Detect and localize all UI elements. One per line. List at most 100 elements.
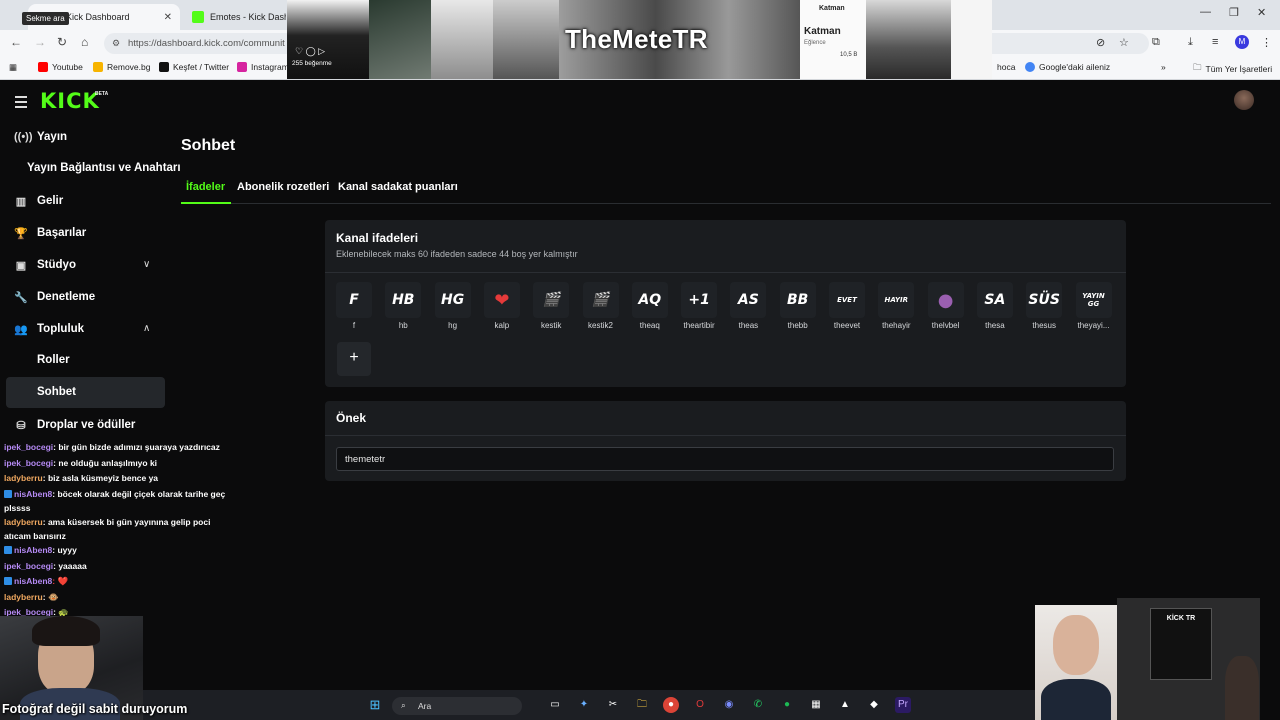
windows-start-icon[interactable]: ⊞ xyxy=(367,697,383,713)
add-emote-button[interactable]: + xyxy=(337,342,371,376)
emote-item[interactable]: Ff xyxy=(334,282,374,330)
hamburger-menu-icon[interactable] xyxy=(15,96,27,111)
emote-item[interactable]: AS theas xyxy=(728,282,768,330)
emote-image: F xyxy=(336,282,372,318)
close-icon[interactable]: ✕ xyxy=(164,12,172,23)
sidebar-item-gelir[interactable]: ▥ Gelir xyxy=(14,190,63,212)
emote-item[interactable]: SÜS thesus xyxy=(1024,282,1064,330)
file-explorer-icon[interactable]: 🗀 xyxy=(634,697,650,713)
broadcast-icon: ((•)) xyxy=(14,131,33,143)
bookmark-instagram[interactable]: Instagram xyxy=(237,62,289,72)
subscriber-badge-icon xyxy=(4,577,12,585)
menu-icon[interactable]: ⋮ xyxy=(1261,36,1272,49)
sidebar-item-stream-key[interactable]: Yayın Bağlantısı ve Anahtarı xyxy=(27,162,181,174)
prefix-input[interactable] xyxy=(336,447,1114,471)
emote-item[interactable]: HG hg xyxy=(433,282,473,330)
snipping-icon[interactable]: ✂ xyxy=(605,697,621,713)
media-icon[interactable]: ≡ xyxy=(1212,36,1218,48)
emote-item[interactable]: +1 theartibir xyxy=(679,282,719,330)
sidebar-item-topluluk[interactable]: 👥 Topluluk xyxy=(14,318,84,340)
premiere-icon[interactable]: Pr xyxy=(895,697,911,713)
opera-icon[interactable]: O xyxy=(692,697,708,713)
sidebar-item-sohbet[interactable]: Sohbet xyxy=(37,386,76,398)
star-icon[interactable]: ☆ xyxy=(1119,36,1129,49)
sidebar-item-label: Topluluk xyxy=(37,323,85,335)
emote-item[interactable]: ❤ kalp xyxy=(482,282,522,330)
home-icon[interactable]: ⌂ xyxy=(81,35,88,49)
chevron-down-icon[interactable]: ∨ xyxy=(143,259,150,270)
chat-message: ladyberru: biz asla küsmeyiz bence ya xyxy=(4,471,234,485)
bookmark-hoca[interactable]: hoca xyxy=(997,62,1015,72)
chat-username: ladyberru xyxy=(4,517,43,527)
emote-item[interactable]: YAYIN GG theyayi... xyxy=(1074,282,1114,330)
emote-item[interactable]: 🎬 kestik xyxy=(531,282,571,330)
sidebar-item-droplar[interactable]: ⛁ Droplar ve ödüller xyxy=(14,414,135,436)
tab-abonelik-rozetleri[interactable]: Abonelik rozetleri xyxy=(237,181,329,193)
sidebar-item-roller[interactable]: Roller xyxy=(37,354,70,366)
katman-card: Katman Katman Eğlence 10,5 B xyxy=(800,0,866,79)
sidebar-item-yayin[interactable]: ((•)) Yayın xyxy=(14,126,67,148)
bookmark-twitter[interactable]: Keşfet / Twitter xyxy=(159,62,229,72)
emote-item[interactable]: 🎬 kestik2 xyxy=(581,282,621,330)
download-icon[interactable]: ⤓ xyxy=(1188,36,1193,49)
app-icon[interactable]: ◆ xyxy=(866,697,882,713)
forward-icon[interactable]: → xyxy=(34,35,46,49)
emote-label: theas xyxy=(738,321,759,330)
emote-item[interactable]: SA thesa xyxy=(975,282,1015,330)
apps-icon[interactable]: ▦ xyxy=(9,62,17,73)
back-icon[interactable]: ← xyxy=(10,35,22,49)
bookmark-label: hoca xyxy=(997,62,1016,72)
active-tab-indicator xyxy=(181,202,231,204)
app-icon[interactable]: ▲ xyxy=(837,697,853,713)
emote-image: BB xyxy=(779,282,816,318)
emote-image: AS xyxy=(730,282,767,318)
maximize-icon[interactable]: ❐ xyxy=(1229,6,1239,19)
sidebar-item-basarilar[interactable]: 🏆 Başarılar xyxy=(14,222,86,244)
emote-item[interactable]: HAYIR thehayir xyxy=(876,282,916,330)
profile-avatar[interactable]: M xyxy=(1235,35,1249,49)
chrome-icon[interactable]: ● xyxy=(663,697,679,713)
bookmark-google-family[interactable]: Google'daki aileniz xyxy=(1025,62,1110,72)
chat-text: : bir gün bizde adımızı şuaraya yazdırıc… xyxy=(53,442,220,452)
close-window-icon[interactable]: ✕ xyxy=(1257,6,1266,19)
studio-icon: ▣ xyxy=(15,259,27,272)
bookmark-youtube[interactable]: Youtube xyxy=(38,62,83,72)
wrench-icon: 🔧 xyxy=(14,291,28,304)
emote-item[interactable]: EVET theevet xyxy=(827,282,867,330)
bookmark-removebg[interactable]: Remove.bg xyxy=(93,62,150,72)
chat-message: ladyberru: ama küsersek bi gün yayınına … xyxy=(4,515,234,543)
taskbar-search[interactable]: ⌕ Ara xyxy=(392,697,522,715)
reload-icon[interactable]: ↻ xyxy=(57,35,67,49)
site-info-icon[interactable]: ⚙ xyxy=(112,38,120,49)
emote-item[interactable]: ● thelvbel xyxy=(926,282,966,330)
chevron-up-icon[interactable]: ∧ xyxy=(143,323,150,334)
chat-text: : 🐵 xyxy=(42,592,59,602)
browser-tab-emotes[interactable]: Emotes - Kick Dashboa xyxy=(184,4,294,30)
google-icon xyxy=(1025,62,1035,72)
card-divider xyxy=(325,272,1126,273)
emote-item[interactable]: BB thebb xyxy=(778,282,818,330)
task-view-icon[interactable]: ▭ xyxy=(547,697,563,713)
chat-username: nisAben8 xyxy=(14,489,53,499)
emote-item[interactable]: HB hb xyxy=(383,282,423,330)
kick-logo[interactable]: KICK xyxy=(40,89,100,113)
emote-item[interactable]: AQ theaq xyxy=(630,282,670,330)
more-bookmarks-icon[interactable]: » xyxy=(1161,62,1166,72)
sidebar-item-denetleme[interactable]: 🔧 Denetleme xyxy=(14,286,95,308)
spotify-icon[interactable]: ● xyxy=(779,697,795,713)
discord-icon[interactable]: ◉ xyxy=(721,697,737,713)
sidebar-item-studyo[interactable]: ▣ Stüdyo xyxy=(14,254,76,276)
user-avatar[interactable] xyxy=(1234,90,1254,110)
bookmark-label: Remove.bg xyxy=(107,62,151,72)
copilot-icon[interactable]: ✦ xyxy=(576,697,592,713)
extensions-icon[interactable]: ⧉ xyxy=(1152,36,1160,49)
minimize-icon[interactable]: — xyxy=(1200,6,1211,18)
store-icon[interactable]: ▦ xyxy=(808,697,824,713)
tab-ifadeler[interactable]: İfadeler xyxy=(186,181,225,193)
whatsapp-icon[interactable]: ✆ xyxy=(750,697,766,713)
eye-off-icon[interactable]: ⊘ xyxy=(1096,36,1105,49)
emote-image: SA xyxy=(976,282,1013,318)
all-bookmarks[interactable]: 🗀 Tüm Yer İşaretleri xyxy=(1193,62,1272,76)
chat-username: ipek_bocegi xyxy=(4,458,54,468)
tab-kanal-sadakat-puanlari[interactable]: Kanal sadakat puanları xyxy=(338,181,458,193)
